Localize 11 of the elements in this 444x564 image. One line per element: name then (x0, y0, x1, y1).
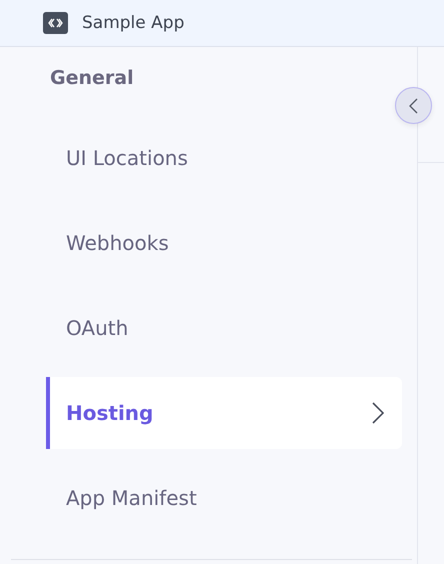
nav-item[interactable]: UI Locations (46, 122, 402, 194)
chevron-right-icon (372, 402, 384, 424)
section-heading: General (49, 66, 135, 91)
nav-item[interactable]: OAuth (46, 292, 402, 364)
code-icon (43, 12, 68, 34)
nav-item[interactable]: App Manifest (46, 462, 402, 534)
nav-item[interactable]: Hosting (46, 377, 402, 449)
collapse-button[interactable] (395, 87, 432, 124)
chevron-left-icon (409, 98, 418, 114)
app-name: Sample App (82, 13, 184, 33)
nav-item[interactable]: Webhooks (46, 207, 402, 279)
